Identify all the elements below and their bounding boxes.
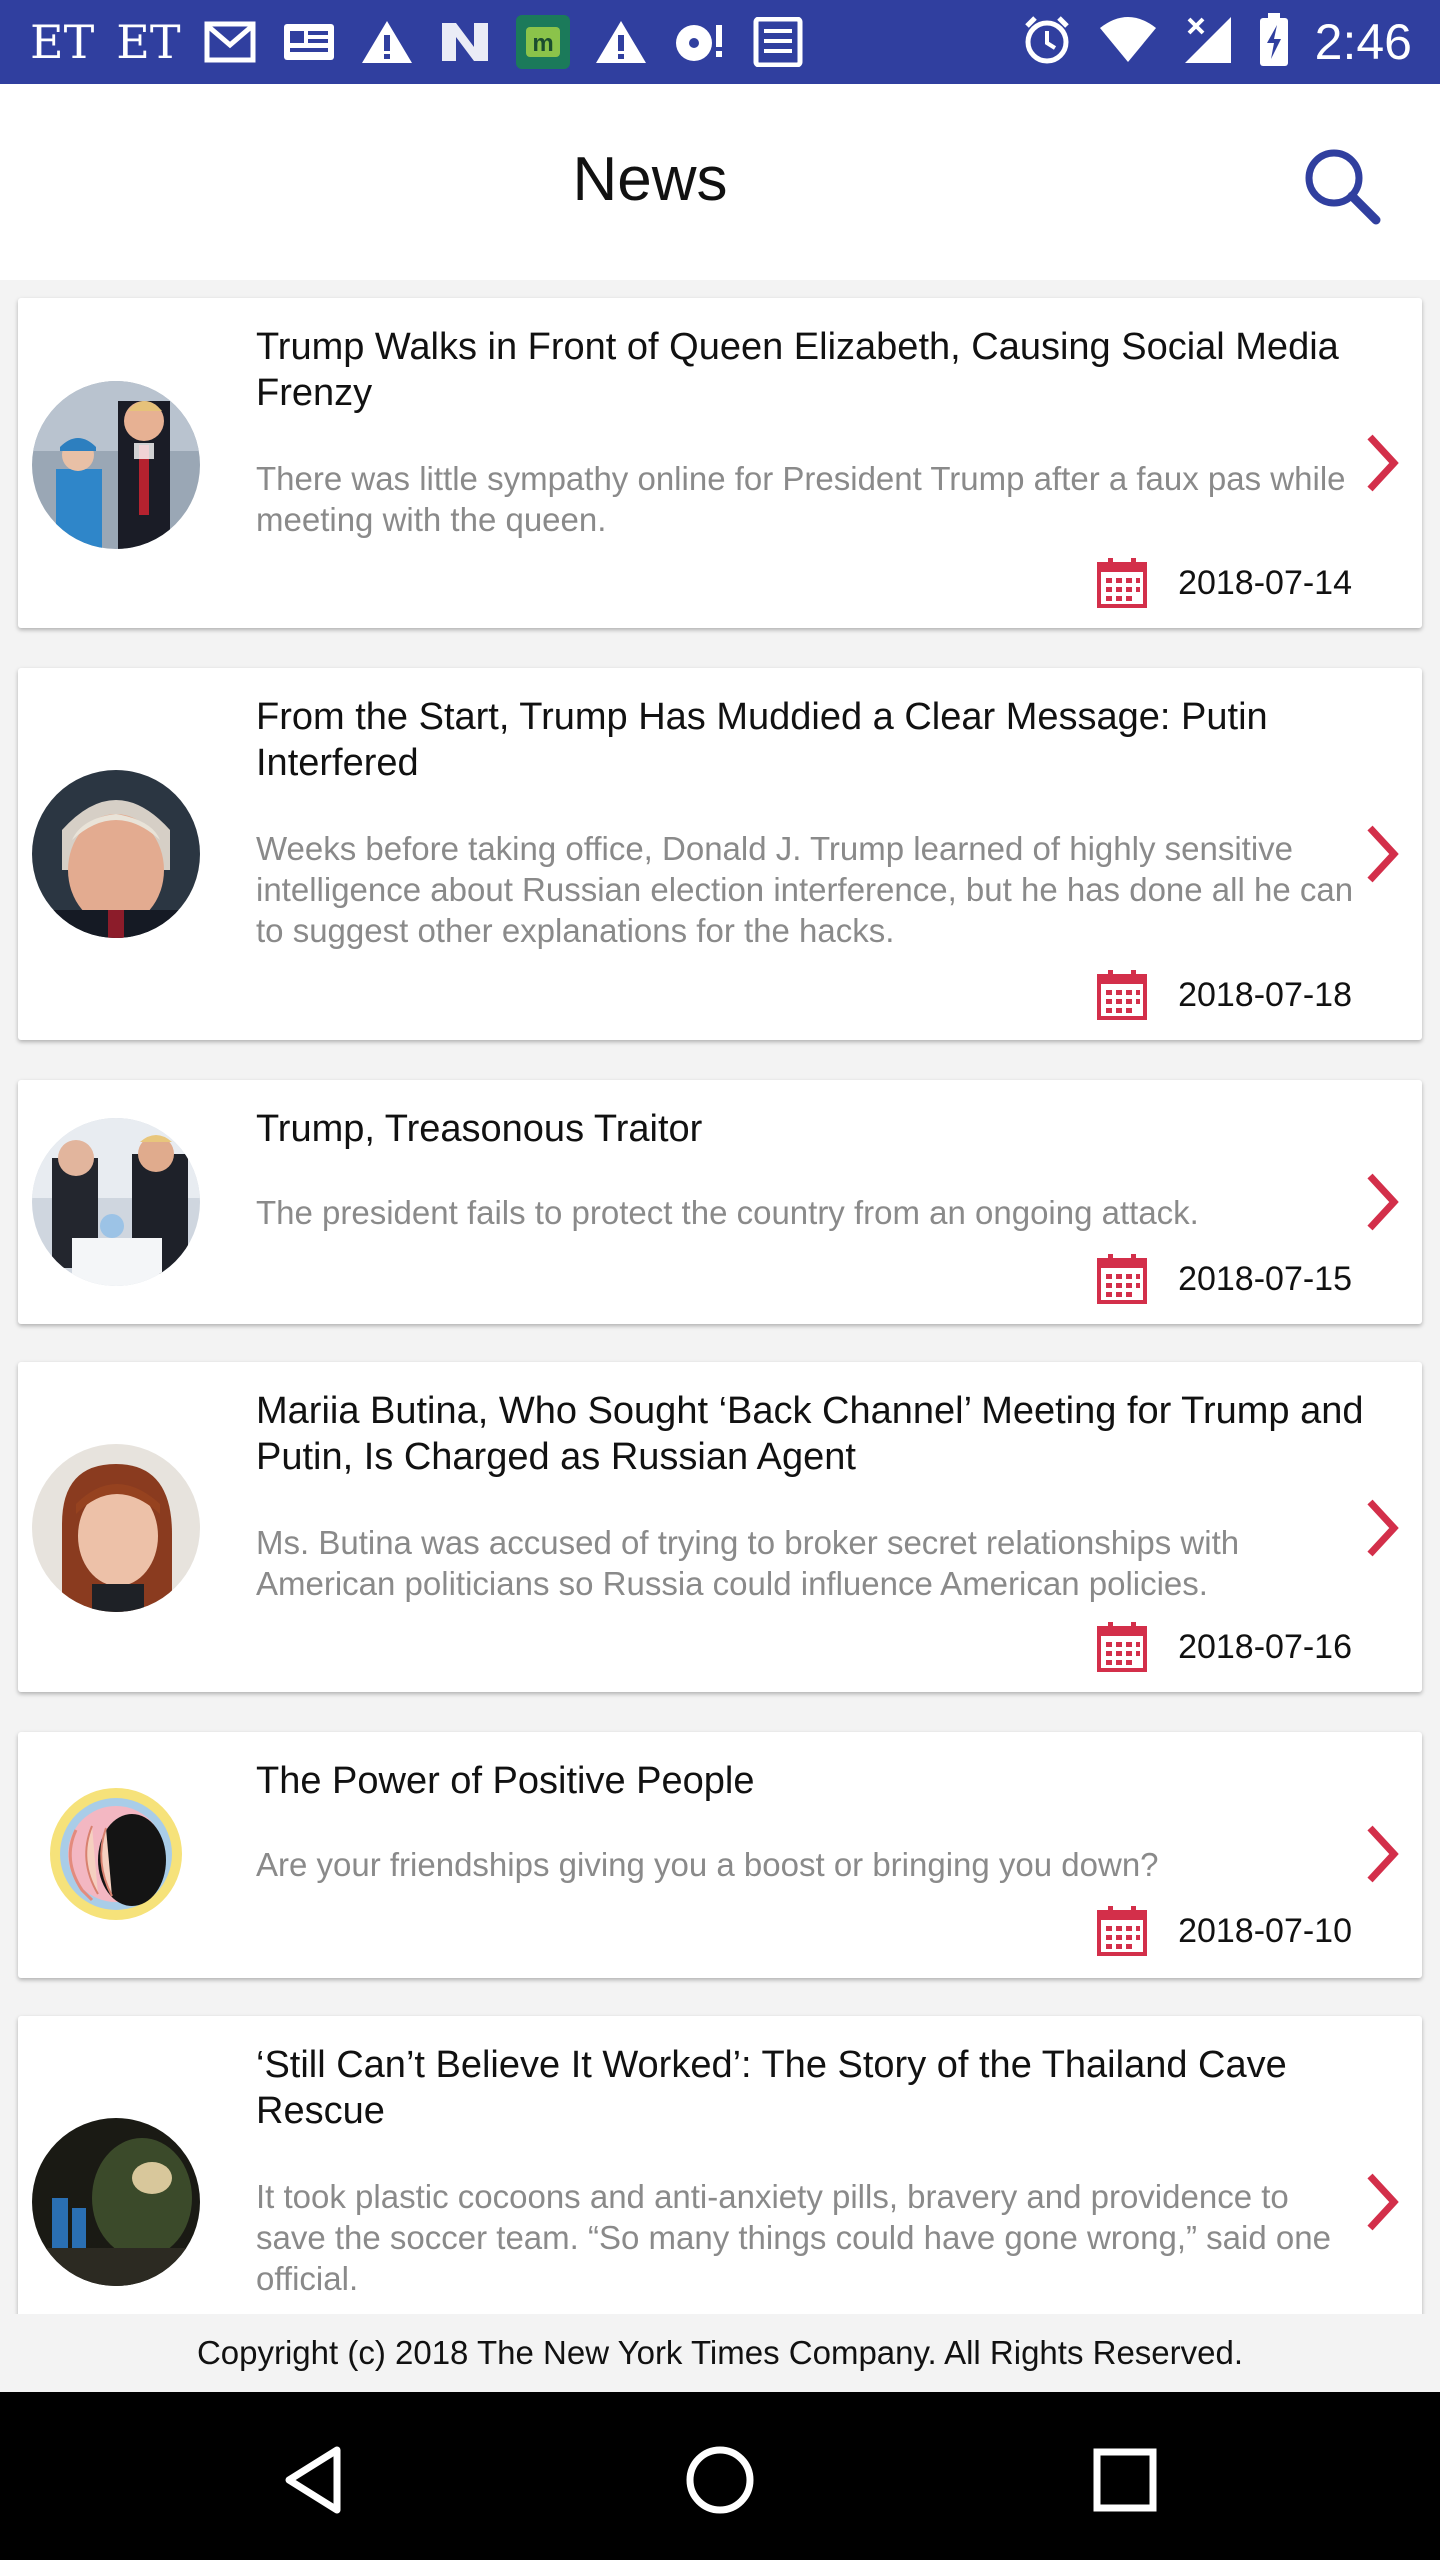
back-button[interactable] xyxy=(275,2440,355,2520)
article-thumbnail xyxy=(32,1444,200,1612)
chevron-right-icon[interactable] xyxy=(1362,1498,1402,1558)
article-thumbnail xyxy=(32,2118,200,2286)
article-title: Mariia Butina, Who Sought ‘Back Channel’… xyxy=(256,1390,1364,1478)
article-thumbnail xyxy=(32,1118,200,1286)
article-description: Ms. Butina was accused of trying to brok… xyxy=(256,1524,1240,1602)
warning-icon xyxy=(359,17,415,67)
news-card[interactable]: ‘Still Can’t Believe It Worked’: The Sto… xyxy=(18,2016,1422,2314)
calendar-icon xyxy=(1097,1622,1148,1672)
article-thumbnail xyxy=(32,770,200,938)
home-icon xyxy=(686,2446,754,2514)
chevron-right-icon[interactable] xyxy=(1362,824,1402,884)
article-description: Are your friendships giving you a boost … xyxy=(256,1846,1159,1883)
article-title: From the Start, Trump Has Muddied a Clea… xyxy=(256,696,1268,784)
warning-icon xyxy=(593,17,649,67)
status-et-text: ET xyxy=(30,15,95,69)
news-card[interactable]: Mariia Butina, Who Sought ‘Back Channel’… xyxy=(18,1362,1422,1692)
news-card-icon xyxy=(281,17,337,67)
chevron-right-icon[interactable] xyxy=(1362,1172,1402,1232)
chevron-right-icon[interactable] xyxy=(1362,1824,1402,1884)
status-time: 2:46 xyxy=(1314,14,1412,70)
signal-icon xyxy=(1183,15,1233,70)
battery-charging-icon xyxy=(1259,12,1289,72)
article-title: Trump, Treasonous Traitor xyxy=(256,1108,703,1150)
article-date: 2018-07-10 xyxy=(1178,1911,1352,1950)
svg-text:m: m xyxy=(532,30,553,57)
article-title: ‘Still Can’t Believe It Worked’: The Sto… xyxy=(256,2044,1287,2132)
article-title: The Power of Positive People xyxy=(256,1760,755,1802)
chevron-right-icon[interactable] xyxy=(1362,2172,1402,2232)
article-date: 2018-07-15 xyxy=(1178,1259,1352,1298)
article-thumbnail xyxy=(32,1770,200,1938)
article-title: Trump Walks in Front of Queen Elizabeth,… xyxy=(256,326,1339,414)
calendar-icon xyxy=(1097,970,1148,1020)
wifi-icon xyxy=(1099,16,1157,69)
calendar-icon xyxy=(1097,558,1148,608)
calendar-icon xyxy=(1097,1906,1148,1956)
home-button[interactable] xyxy=(680,2440,760,2520)
news-card[interactable]: From the Start, Trump Has Muddied a Clea… xyxy=(18,668,1422,1040)
system-nav-bar xyxy=(0,2392,1440,2560)
article-date-row: 2018-07-14 xyxy=(1096,556,1352,610)
chevron-right-icon[interactable] xyxy=(1362,433,1402,493)
calendar-icon xyxy=(1097,1254,1148,1304)
alarm-icon xyxy=(1021,14,1073,71)
recents-icon xyxy=(1093,2448,1157,2512)
news-card[interactable]: Trump, Treasonous Traitor The president … xyxy=(18,1080,1422,1324)
m-app-icon: m xyxy=(515,15,571,69)
search-button[interactable] xyxy=(1298,142,1388,232)
back-icon xyxy=(285,2446,341,2514)
status-et-text: ET xyxy=(116,15,181,69)
news-card[interactable]: The Power of Positive People Are your fr… xyxy=(18,1732,1422,1978)
app-bar: News xyxy=(0,84,1440,280)
article-description: It took plastic cocoons and anti-anxiety… xyxy=(256,2178,1331,2297)
article-thumbnail xyxy=(32,381,200,549)
page-title: News xyxy=(572,145,728,214)
article-date: 2018-07-14 xyxy=(1178,563,1352,602)
article-date: 2018-07-16 xyxy=(1178,1627,1352,1666)
cd-alert-icon xyxy=(671,17,727,67)
newspaper-icon xyxy=(749,17,805,67)
gmail-icon xyxy=(203,17,259,67)
news-card[interactable]: Trump Walks in Front of Queen Elizabeth,… xyxy=(18,298,1422,628)
article-description: There was little sympathy online for Pre… xyxy=(256,460,1346,538)
status-bar: ET ET m 2:46 xyxy=(0,0,1440,84)
article-date-row: 2018-07-10 xyxy=(1096,1904,1352,1958)
search-icon xyxy=(1305,149,1381,225)
article-date: 2018-07-18 xyxy=(1178,975,1352,1014)
n-app-icon xyxy=(437,17,493,67)
article-date-row: 2018-07-15 xyxy=(1096,1252,1352,1306)
news-list[interactable]: Trump Walks in Front of Queen Elizabeth,… xyxy=(0,280,1440,2314)
article-description: Weeks before taking office, Donald J. Tr… xyxy=(256,830,1354,949)
article-date-row: 2018-07-18 xyxy=(1096,968,1352,1022)
footer-copyright: Copyright (c) 2018 The New York Times Co… xyxy=(0,2314,1440,2392)
article-date-row: 2018-07-16 xyxy=(1096,1620,1352,1674)
recents-button[interactable] xyxy=(1085,2440,1165,2520)
article-description: The president fails to protect the count… xyxy=(256,1194,1199,1231)
